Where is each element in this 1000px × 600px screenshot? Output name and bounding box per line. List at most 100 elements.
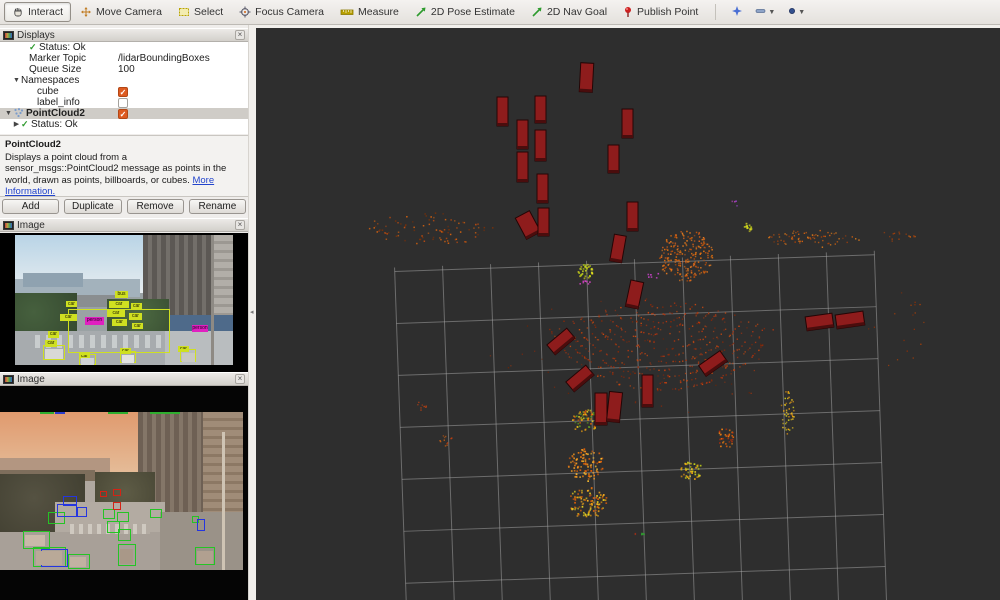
- green-arrow-icon: [531, 6, 543, 18]
- chevron-right-icon[interactable]: ▶: [12, 119, 21, 130]
- tree-row-marker-topic[interactable]: Marker Topic/lidarBoundingBoxes: [0, 53, 248, 64]
- toolbar: InteractMove CameraSelectFocus CameraMea…: [0, 0, 1000, 25]
- tool-measure[interactable]: Measure: [333, 2, 406, 22]
- detection-box: [77, 507, 87, 517]
- tool-focus-camera[interactable]: Focus Camera: [232, 2, 331, 22]
- close-icon[interactable]: ×: [235, 30, 245, 40]
- focus-crosshair-icon: [239, 6, 251, 18]
- tree-row-label: cube: [37, 86, 59, 97]
- tool-select[interactable]: Select: [171, 2, 230, 22]
- detection-box: [113, 502, 121, 510]
- detection-box: [117, 512, 129, 522]
- checkbox-label-info[interactable]: [118, 98, 128, 108]
- toolbutton-blue-cross-icon[interactable]: [726, 3, 748, 22]
- measure-ruler-icon: [340, 6, 354, 18]
- status-ok-check-icon: ✓: [29, 42, 39, 53]
- vehicle-blob: [36, 551, 62, 565]
- tree-row-status-ok[interactable]: ✓Status: Ok: [0, 42, 248, 53]
- tree-row-cube[interactable]: cube ✓: [0, 86, 248, 97]
- checkbox-pointcloud2[interactable]: ✓: [118, 109, 128, 119]
- vehicle-blob: [70, 557, 86, 567]
- select-box-icon: [178, 6, 190, 18]
- tree-row-label: Marker Topic: [29, 53, 86, 64]
- dash-icon: [755, 7, 767, 18]
- 3d-render-view[interactable]: [256, 28, 1000, 600]
- detection-box: [100, 491, 107, 497]
- rename-button[interactable]: Rename: [189, 199, 246, 214]
- record-dot-icon: [787, 6, 797, 19]
- displays-panel-title: Displays: [17, 30, 232, 41]
- toolbutton-record-dot-icon[interactable]: ▼: [782, 4, 810, 21]
- vehicle-blob: [25, 535, 45, 546]
- vehicle-blob: [182, 353, 195, 362]
- displays-tree[interactable]: ✓Status: OkMarker Topic/lidarBoundingBox…: [0, 42, 248, 134]
- close-icon[interactable]: ×: [235, 374, 245, 384]
- chevron-down-icon: ▼: [798, 9, 805, 16]
- move-camera-icon: [80, 6, 92, 18]
- image2-panel-icon: [3, 375, 14, 384]
- calibration-edge-mark: [150, 412, 180, 414]
- detection-label-car: car: [66, 301, 77, 307]
- tree-row-queue-size[interactable]: Queue Size 100: [0, 64, 248, 75]
- vehicle-blob: [197, 551, 213, 564]
- tree-row-label: Queue Size: [29, 64, 81, 75]
- tree-row-label-info[interactable]: label_info: [0, 97, 248, 108]
- image1-panel-header[interactable]: Image ×: [0, 218, 248, 232]
- close-icon[interactable]: ×: [235, 220, 245, 230]
- calibration-edge-mark: [55, 412, 65, 414]
- vehicle-blob: [81, 358, 94, 365]
- vehicle-blob: [45, 349, 63, 359]
- tool-move-camera[interactable]: Move Camera: [73, 2, 169, 22]
- detection-box: [150, 509, 162, 518]
- tree-row-namespaces[interactable]: ▼Namespaces: [0, 75, 248, 86]
- tool-interact[interactable]: Interact: [4, 2, 71, 22]
- image2-view: [0, 386, 248, 600]
- tool-2d-nav-goal[interactable]: 2D Nav Goal: [524, 2, 614, 22]
- tree-row-pointcloud2[interactable]: ▼ PointCloud2 ✓: [0, 108, 248, 119]
- displays-panel-icon: [3, 31, 14, 40]
- detection-label-car: car: [60, 314, 77, 321]
- tree-row-label: label_info: [37, 97, 80, 108]
- detection-label-person: person: [192, 325, 208, 332]
- checkbox-cube[interactable]: ✓: [118, 87, 128, 97]
- camera-image-1: buscarcarcarcarcarcarcarcarcarcarcarcarc…: [15, 235, 233, 365]
- image1-panel-title: Image: [17, 220, 232, 231]
- tool-publish-point[interactable]: Publish Point: [616, 2, 705, 22]
- add-button[interactable]: Add: [2, 199, 59, 214]
- chevron-down-icon[interactable]: ▼: [12, 75, 21, 86]
- tree-row-status-ok[interactable]: ▶✓Status: Ok: [0, 119, 248, 130]
- image1-panel-icon: [3, 221, 14, 230]
- detection-box: [63, 496, 77, 506]
- red-pin-icon: [623, 6, 633, 18]
- tool-2d-pose-estimate[interactable]: 2D Pose Estimate: [408, 2, 522, 22]
- tree-row-value[interactable]: 100: [118, 64, 135, 75]
- chevron-down-icon: ▼: [768, 9, 775, 16]
- description-title: PointCloud2: [5, 139, 243, 151]
- image1-view: buscarcarcarcarcarcarcarcarcarcarcarcarc…: [0, 233, 248, 372]
- displays-buttons: Add Duplicate Remove Rename: [0, 199, 248, 217]
- detection-label-car: car: [112, 319, 127, 326]
- tree-row-label: Namespaces: [21, 75, 79, 86]
- splitter-collapse-icon[interactable]: ◂: [250, 308, 254, 316]
- status-ok-check-icon: ✓: [21, 119, 31, 130]
- detection-box: [103, 509, 115, 519]
- calibration-edge-mark: [40, 412, 54, 414]
- hand-icon: [12, 6, 24, 18]
- tree-row-value[interactable]: /lidarBoundingBoxes: [118, 53, 210, 64]
- detection-label-car: car: [132, 323, 143, 329]
- detection-label-bus: bus: [115, 291, 128, 298]
- vehicle-blob: [120, 549, 133, 564]
- chevron-down-icon[interactable]: ▼: [4, 108, 13, 119]
- image2-panel-header[interactable]: Image ×: [0, 372, 248, 386]
- remove-button[interactable]: Remove: [127, 199, 184, 214]
- blue-cross-icon: [731, 5, 743, 20]
- displays-panel-header[interactable]: Displays ×: [0, 28, 248, 42]
- duplicate-button[interactable]: Duplicate: [64, 199, 121, 214]
- tree-row-label: Status: Ok: [31, 119, 78, 130]
- panel-splitter[interactable]: ◂: [248, 25, 256, 600]
- toolbutton-dash-icon[interactable]: ▼: [750, 5, 780, 20]
- tree-row-label: PointCloud2: [26, 108, 85, 119]
- detection-box: [197, 519, 205, 531]
- detection-label-car: car: [109, 301, 129, 308]
- calibration-edge-mark: [108, 412, 128, 414]
